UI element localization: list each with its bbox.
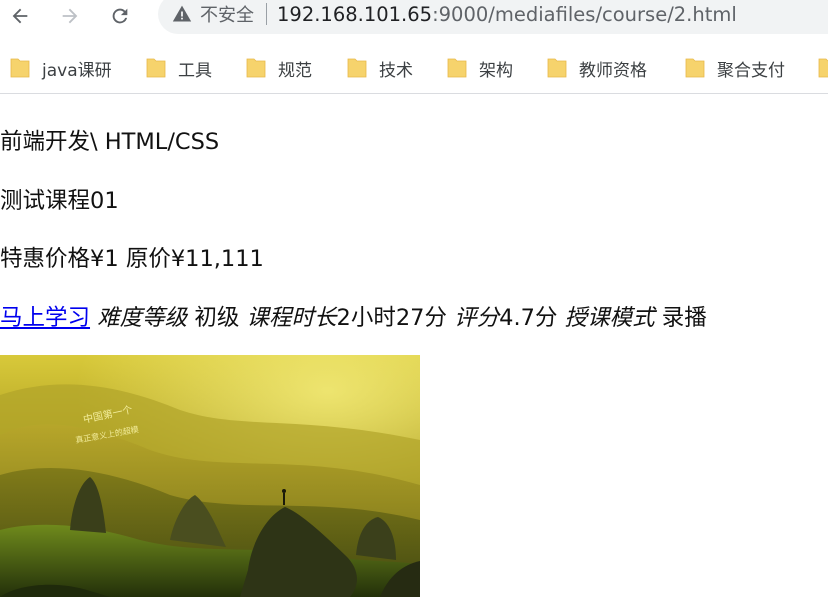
bookmark-standards[interactable]: 规范 (246, 50, 312, 86)
address-bar[interactable]: 不安全 192.168.101.65:9000/mediafiles/cours… (158, 0, 828, 34)
price-line: 特惠价格¥1 原价¥11,111 (0, 241, 264, 273)
course-meta-line: 马上学习 难度等级 初级 课程时长2小时27分 评分4.7分 授课模式 录播 (0, 300, 707, 332)
reload-icon (112, 8, 128, 24)
difficulty-label: 难度等级 (97, 305, 188, 331)
bookmark-java[interactable]: java课研 (10, 50, 112, 86)
mode-value: 录播 (661, 305, 707, 331)
duration-value: 2小时27分 (336, 305, 447, 331)
bookmark-architecture[interactable]: 架构 (447, 50, 513, 86)
forward-button[interactable] (56, 2, 84, 30)
bookmark-tech[interactable]: 技术 (347, 50, 413, 86)
arrow-right-icon (62, 8, 78, 24)
bookmark-teacher-cert[interactable]: 教师资格 (547, 50, 647, 86)
warning-icon (172, 4, 192, 24)
price-label: 特惠价格 (0, 246, 91, 272)
original-price-value: ¥11,111 (170, 246, 264, 272)
duration-label: 课程时长 (246, 305, 337, 331)
folder-icon (447, 58, 467, 78)
rating-value: 4.7分 (499, 305, 558, 331)
url-path: :9000/mediafiles/course/2.html (432, 2, 737, 26)
security-label[interactable]: 不安全 (200, 1, 254, 27)
course-category: 前端开发\ HTML/CSS (0, 129, 220, 155)
mode-label: 授课模式 (564, 305, 655, 331)
bookmark-label: 架构 (479, 60, 513, 81)
rating-label: 评分 (454, 305, 500, 331)
course-title: 测试课程01 (0, 188, 119, 214)
folder-icon (547, 58, 567, 78)
folder-icon (246, 58, 266, 78)
bookmarks-bar: java课研 工具 规范 技术 架构 教师资格 聚合支付 (0, 50, 828, 86)
folder-icon (685, 58, 705, 78)
chrome-divider (0, 93, 828, 94)
back-button[interactable] (6, 2, 34, 30)
price-value: ¥1 (90, 246, 119, 272)
folder-icon (146, 58, 166, 78)
bookmark-label: 技术 (379, 60, 413, 81)
bookmark-tools[interactable]: 工具 (146, 50, 212, 86)
bookmark-label: 规范 (278, 60, 312, 81)
bookmark-overflow[interactable] (818, 50, 828, 86)
folder-icon (818, 58, 828, 78)
original-price-label: 原价 (125, 246, 171, 272)
url-text[interactable]: 192.168.101.65:9000/mediafiles/course/2.… (277, 3, 737, 26)
difficulty-value: 初级 (194, 305, 240, 331)
course-cover-image: 中国第一个 真正意义上的超模 (0, 355, 420, 597)
reload-button[interactable] (106, 2, 134, 30)
bookmark-label: 聚合支付 (717, 60, 785, 81)
bookmark-label: 工具 (178, 60, 212, 81)
folder-icon (10, 58, 30, 78)
arrow-left-icon (12, 8, 28, 24)
bookmark-label: java课研 (42, 60, 112, 81)
bookmark-label: 教师资格 (579, 60, 647, 81)
study-now-link[interactable]: 马上学习 (0, 305, 90, 331)
separator (266, 3, 267, 25)
browser-chrome: 不安全 192.168.101.65:9000/mediafiles/cours… (0, 0, 828, 94)
folder-icon (347, 58, 367, 78)
bookmark-payment[interactable]: 聚合支付 (685, 50, 785, 86)
url-host: 192.168.101.65 (277, 2, 433, 26)
